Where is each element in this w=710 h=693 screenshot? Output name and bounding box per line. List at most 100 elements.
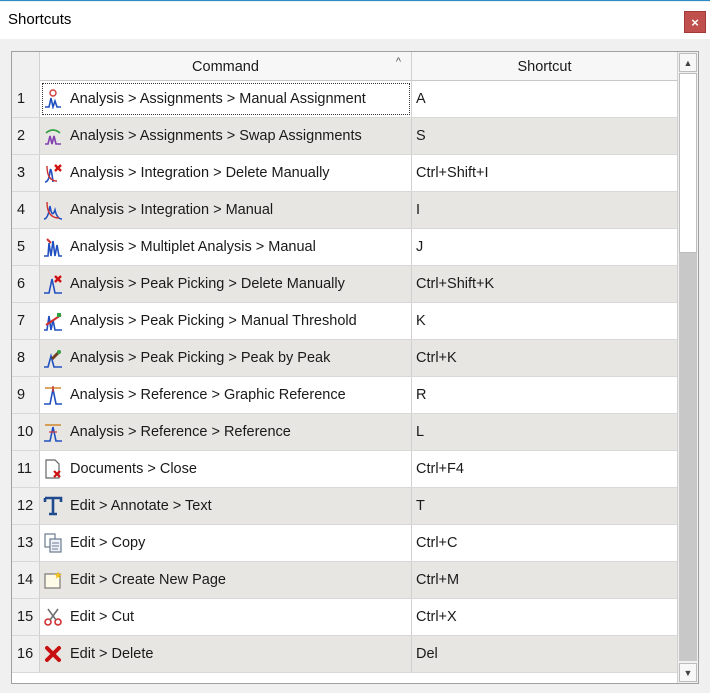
table-row[interactable]: 8 Analysis > Peak Picking > Peak by Peak C…	[12, 340, 677, 377]
command-label: Analysis > Peak Picking > Manual Thresho…	[70, 313, 357, 329]
delete-icon	[42, 643, 64, 665]
close-button[interactable]: ×	[684, 11, 706, 33]
shortcut-cell[interactable]: T	[412, 488, 677, 524]
row-number[interactable]: 1	[12, 81, 40, 117]
row-number[interactable]: 2	[12, 118, 40, 154]
document-close-icon	[42, 458, 64, 480]
table-row[interactable]: 3 Analysis > Integration > Delete Manuall…	[12, 155, 677, 192]
row-number[interactable]: 11	[12, 451, 40, 487]
row-number[interactable]: 12	[12, 488, 40, 524]
new-page-icon	[42, 569, 64, 591]
row-number[interactable]: 5	[12, 229, 40, 265]
table-row[interactable]: 2 Analysis > Assignments > Swap Assignmen…	[12, 118, 677, 155]
table-header: Command ^ Shortcut	[12, 52, 677, 81]
shortcut-cell[interactable]: Del	[412, 636, 677, 672]
table-row[interactable]: 14 Edit > Create New Page Ctrl+M	[12, 562, 677, 599]
cut-icon	[42, 606, 64, 628]
table-row[interactable]: 13 Edit > Copy Ctrl+C	[12, 525, 677, 562]
command-cell[interactable]: Analysis > Assignments > Swap Assignment…	[40, 118, 412, 154]
command-cell[interactable]: Edit > Create New Page	[40, 562, 412, 598]
command-cell[interactable]: Analysis > Multiplet Analysis > Manual	[40, 229, 412, 265]
command-label: Edit > Annotate > Text	[70, 498, 212, 514]
command-label: Edit > Cut	[70, 609, 135, 625]
table-row[interactable]: 4 Analysis > Integration > Manual I	[12, 192, 677, 229]
command-cell[interactable]: Analysis > Integration > Manual	[40, 192, 412, 228]
row-number[interactable]: 4	[12, 192, 40, 228]
table-row[interactable]: 6 Analysis > Peak Picking > Delete Manual…	[12, 266, 677, 303]
command-label: Analysis > Multiplet Analysis > Manual	[70, 239, 316, 255]
scroll-track[interactable]	[679, 253, 697, 661]
table-row[interactable]: 15 Edit > Cut Ctrl+X	[12, 599, 677, 636]
command-cell[interactable]: Analysis > Assignments > Manual Assignme…	[40, 81, 412, 117]
command-cell[interactable]: Documents > Close	[40, 451, 412, 487]
row-number[interactable]: 7	[12, 303, 40, 339]
row-number[interactable]: 10	[12, 414, 40, 450]
row-number[interactable]: 16	[12, 636, 40, 672]
command-column-header[interactable]: Command ^	[40, 52, 412, 81]
table-row[interactable]: 9 Analysis > Reference > Graphic Referenc…	[12, 377, 677, 414]
shortcut-cell[interactable]: L	[412, 414, 677, 450]
table-row[interactable]: 16 Edit > Delete Del	[12, 636, 677, 673]
scroll-down-icon[interactable]: ▼	[679, 663, 697, 682]
graphic-reference-icon	[42, 384, 64, 406]
shortcut-cell[interactable]: Ctrl+X	[412, 599, 677, 635]
shortcut-cell[interactable]: Ctrl+K	[412, 340, 677, 376]
command-label: Documents > Close	[70, 461, 197, 477]
command-label: Analysis > Assignments > Swap Assignment…	[70, 128, 362, 144]
scroll-thumb[interactable]	[679, 73, 697, 253]
shortcut-cell[interactable]: R	[412, 377, 677, 413]
shortcut-cell[interactable]: Ctrl+Shift+I	[412, 155, 677, 191]
swap-assignments-icon	[42, 125, 64, 147]
row-number[interactable]: 8	[12, 340, 40, 376]
row-number[interactable]: 14	[12, 562, 40, 598]
shortcut-cell[interactable]: I	[412, 192, 677, 228]
table-row[interactable]: 11 Documents > Close Ctrl+F4	[12, 451, 677, 488]
row-number[interactable]: 9	[12, 377, 40, 413]
shortcut-cell[interactable]: Ctrl+Shift+K	[412, 266, 677, 302]
command-cell[interactable]: Edit > Cut	[40, 599, 412, 635]
copy-icon	[42, 532, 64, 554]
table-row[interactable]: 12 Edit > Annotate > Text T	[12, 488, 677, 525]
command-label: Edit > Copy	[70, 535, 146, 551]
shortcut-column-header[interactable]: Shortcut	[412, 52, 677, 81]
text-annotate-icon	[42, 495, 64, 517]
command-cell[interactable]: Edit > Annotate > Text	[40, 488, 412, 524]
command-cell[interactable]: Analysis > Peak Picking > Peak by Peak	[40, 340, 412, 376]
reference-icon	[42, 421, 64, 443]
command-label: Edit > Create New Page	[70, 572, 226, 588]
shortcut-cell[interactable]: Ctrl+M	[412, 562, 677, 598]
shortcut-cell[interactable]: Ctrl+F4	[412, 451, 677, 487]
command-label: Analysis > Peak Picking > Delete Manuall…	[70, 276, 345, 292]
shortcut-cell[interactable]: J	[412, 229, 677, 265]
table-row[interactable]: 5 Analysis > Multiplet Analysis > Manual J	[12, 229, 677, 266]
command-label: Analysis > Assignments > Manual Assignme…	[70, 91, 366, 107]
shortcut-cell[interactable]: S	[412, 118, 677, 154]
command-cell[interactable]: Analysis > Integration > Delete Manually	[40, 155, 412, 191]
window-title: Shortcuts	[8, 11, 72, 28]
vertical-scrollbar[interactable]: ▲ ▼	[677, 52, 698, 683]
multiplet-manual-icon	[42, 236, 64, 258]
table-row[interactable]: 7 Analysis > Peak Picking > Manual Thresh…	[12, 303, 677, 340]
row-number[interactable]: 6	[12, 266, 40, 302]
shortcut-cell[interactable]: Ctrl+C	[412, 525, 677, 561]
command-cell[interactable]: Analysis > Reference > Graphic Reference	[40, 377, 412, 413]
shortcut-cell[interactable]: A	[412, 81, 677, 117]
peak-delete-icon	[42, 273, 64, 295]
manual-assignment-icon	[42, 88, 64, 110]
shortcut-cell[interactable]: K	[412, 303, 677, 339]
command-cell[interactable]: Edit > Copy	[40, 525, 412, 561]
table-row[interactable]: 10 Analysis > Reference > Reference L	[12, 414, 677, 451]
row-number[interactable]: 3	[12, 155, 40, 191]
shortcuts-window: Shortcuts × Command ^ Shortcut 1 Analysis…	[0, 0, 710, 693]
row-number[interactable]: 13	[12, 525, 40, 561]
row-number[interactable]: 15	[12, 599, 40, 635]
table-row[interactable]: 1 Analysis > Assignments > Manual Assignm…	[12, 81, 677, 118]
command-label: Analysis > Reference > Graphic Reference	[70, 387, 346, 403]
command-cell[interactable]: Analysis > Peak Picking > Manual Thresho…	[40, 303, 412, 339]
scroll-up-icon[interactable]: ▲	[679, 53, 697, 72]
command-cell[interactable]: Edit > Delete	[40, 636, 412, 672]
header-corner[interactable]	[12, 52, 40, 81]
command-cell[interactable]: Analysis > Peak Picking > Delete Manuall…	[40, 266, 412, 302]
command-cell[interactable]: Analysis > Reference > Reference	[40, 414, 412, 450]
command-label: Analysis > Peak Picking > Peak by Peak	[70, 350, 331, 366]
